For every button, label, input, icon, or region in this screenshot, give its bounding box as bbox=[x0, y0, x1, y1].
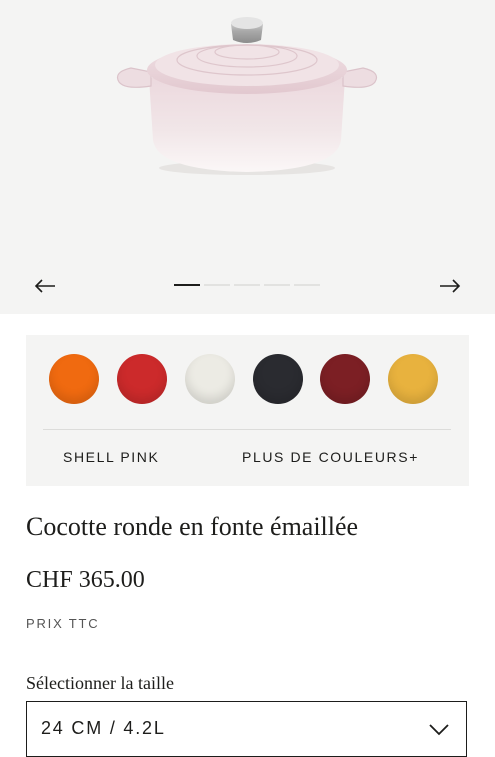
size-select-label: Sélectionner la taille bbox=[26, 673, 174, 693]
product-image bbox=[116, 17, 378, 175]
gallery-dot[interactable] bbox=[294, 284, 320, 286]
color-swatch-black[interactable] bbox=[253, 354, 303, 404]
color-swatch-cream[interactable] bbox=[185, 354, 235, 404]
more-colors-link[interactable]: PLUS DE COULEURS+ bbox=[242, 449, 419, 465]
color-swatch-yellow[interactable] bbox=[388, 354, 438, 404]
size-select[interactable]: 24 CM / 4.2L bbox=[26, 701, 467, 757]
next-image-button[interactable] bbox=[437, 274, 463, 298]
price-tax-note: PRIX TTC bbox=[26, 616, 100, 631]
color-panel-divider bbox=[43, 429, 451, 430]
color-swatch-burgundy[interactable] bbox=[320, 354, 370, 404]
selected-color-label: SHELL PINK bbox=[63, 449, 160, 465]
color-swatch-red[interactable] bbox=[117, 354, 167, 404]
gallery-dot[interactable] bbox=[204, 284, 230, 286]
chevron-down-icon bbox=[429, 724, 449, 736]
gallery-dot[interactable] bbox=[234, 284, 260, 286]
color-swatch-orange[interactable] bbox=[49, 354, 99, 404]
arrow-left-icon bbox=[34, 279, 55, 293]
gallery-pagination bbox=[174, 284, 320, 286]
gallery-dot[interactable] bbox=[264, 284, 290, 286]
product-gallery bbox=[0, 0, 495, 314]
product-title: Cocotte ronde en fonte émaillée bbox=[26, 512, 359, 541]
product-price: CHF 365.00 bbox=[26, 567, 145, 593]
previous-image-button[interactable] bbox=[32, 274, 58, 298]
gallery-dot[interactable] bbox=[174, 284, 200, 286]
color-selector: SHELL PINK PLUS DE COULEURS+ bbox=[26, 335, 469, 486]
arrow-right-icon bbox=[440, 279, 461, 293]
size-select-value: 24 CM / 4.2L bbox=[41, 718, 166, 738]
